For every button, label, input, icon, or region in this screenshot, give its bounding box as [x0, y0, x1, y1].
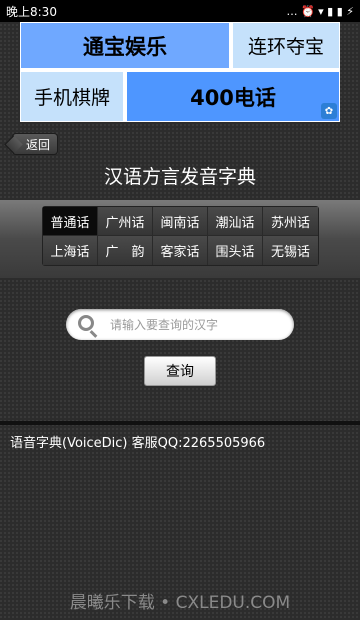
back-label: 返回 [25, 137, 50, 152]
page-title: 汉语方言发音字典 [103, 166, 256, 188]
dialect-tab[interactable]: 客家话 [153, 236, 208, 265]
ad-cell-label: 400电话 [190, 85, 276, 110]
ad-cell[interactable]: 连环夺宝 [232, 22, 340, 69]
dialect-tab[interactable]: 普通话 [43, 207, 98, 236]
search-input[interactable] [110, 315, 285, 335]
paw-icon: ✿ [321, 103, 337, 119]
dialect-tab[interactable]: 苏州话 [263, 207, 318, 236]
search-icon [78, 315, 94, 331]
ad-cell[interactable]: 400电话 ✿ [126, 71, 340, 122]
dialect-tab[interactable]: 围头话 [208, 236, 263, 265]
search-box[interactable] [66, 309, 294, 340]
status-time: 晚上8:30 [6, 4, 57, 19]
footer-text: 语音字典(VoiceDic) 客服QQ:2265505966 [10, 436, 266, 451]
dialect-tab[interactable]: 上海话 [43, 236, 98, 265]
status-icons: … ⏰ ▾ ▮ ▮ ⚡ [286, 4, 354, 18]
dialect-tab[interactable]: 无锡话 [263, 236, 318, 265]
status-bar: 晚上8:30 … ⏰ ▾ ▮ ▮ ⚡ [0, 0, 360, 22]
watermark: 晨曦乐下载 • CXLEDU.COM [69, 593, 291, 613]
ad-cell[interactable]: 通宝娱乐 [20, 22, 230, 69]
dialect-tab[interactable]: 广 韵 [98, 236, 153, 265]
query-button[interactable]: 查询 [144, 356, 216, 386]
dialect-grid: 普通话 广州话 闽南话 潮汕话 苏州话 上海话 广 韵 客家话 围头话 无锡话 [42, 206, 319, 266]
dialect-tab[interactable]: 潮汕话 [208, 207, 263, 236]
dialect-tab[interactable]: 闽南话 [153, 207, 208, 236]
ad-cell[interactable]: 手机棋牌 [20, 71, 124, 122]
dialect-tab[interactable]: 广州话 [98, 207, 153, 236]
back-button[interactable]: 返回 [12, 133, 58, 155]
divider [0, 421, 360, 425]
ad-banner[interactable]: 通宝娱乐 连环夺宝 手机棋牌 400电话 ✿ [20, 22, 340, 122]
